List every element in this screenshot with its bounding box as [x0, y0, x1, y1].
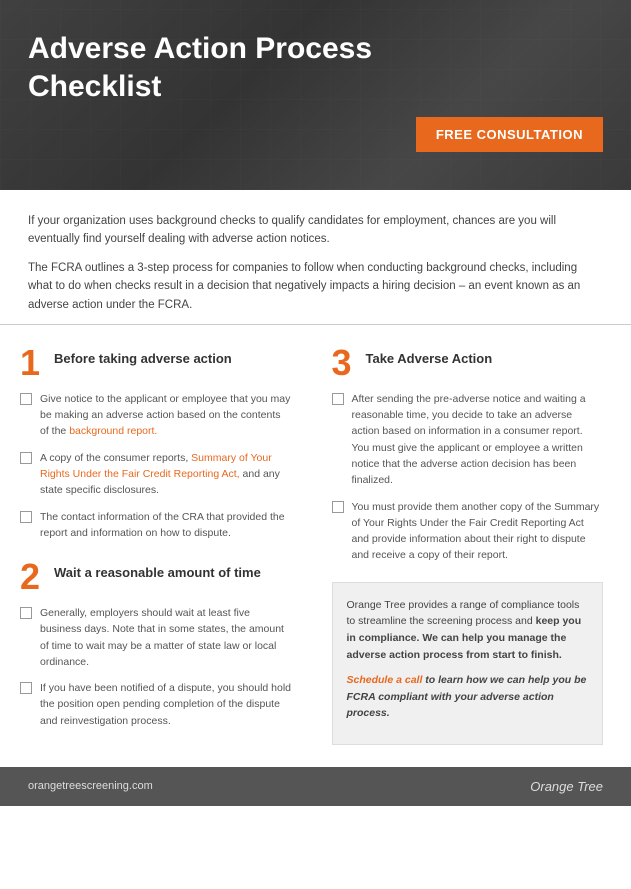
- checkbox-2-2[interactable]: [20, 682, 32, 694]
- free-consultation-button[interactable]: FREE CONSULTATION: [416, 117, 603, 152]
- main-content: 1 Before taking adverse action Give noti…: [0, 325, 631, 767]
- checkbox-1-2[interactable]: [20, 452, 32, 464]
- cta-paragraph-1: Orange Tree provides a range of complian…: [347, 597, 589, 664]
- checkbox-3-2[interactable]: [332, 501, 344, 513]
- list-item: Generally, employers should wait at leas…: [20, 605, 292, 670]
- list-item: You must provide them another copy of th…: [332, 499, 604, 564]
- section-3-title: Take Adverse Action: [366, 345, 493, 368]
- intro-paragraph-2: The FCRA outlines a 3-step process for c…: [28, 259, 603, 314]
- checkbox-3-1[interactable]: [332, 393, 344, 405]
- right-column: 3 Take Adverse Action After sending the …: [322, 345, 604, 747]
- list-item: The contact information of the CRA that …: [20, 509, 292, 542]
- item-text: A copy of the consumer reports, Summary …: [40, 450, 292, 499]
- section-2-header: 2 Wait a reasonable amount of time: [20, 559, 292, 595]
- intro-paragraph-1: If your organization uses background che…: [28, 212, 603, 249]
- section-1-title: Before taking adverse action: [54, 345, 232, 368]
- item-text: After sending the pre-adverse notice and…: [352, 391, 604, 489]
- section-1-header: 1 Before taking adverse action: [20, 345, 292, 381]
- checkbox-1-1[interactable]: [20, 393, 32, 405]
- header-content: Adverse Action Process Checklist FREE CO…: [0, 0, 631, 190]
- section-2-title: Wait a reasonable amount of time: [54, 559, 261, 582]
- footer: orangetreescreening.com Orange Tree: [0, 767, 631, 806]
- intro-section: If your organization uses background che…: [0, 190, 631, 325]
- page-title: Adverse Action Process Checklist: [28, 30, 388, 117]
- list-item: Give notice to the applicant or employee…: [20, 391, 292, 440]
- left-column: 1 Before taking adverse action Give noti…: [20, 345, 302, 747]
- section-2-number: 2: [20, 559, 44, 595]
- section-3-header: 3 Take Adverse Action: [332, 345, 604, 381]
- section-3-number: 3: [332, 345, 356, 381]
- header-bottom: FREE CONSULTATION: [28, 117, 603, 170]
- item-text: If you have been notified of a dispute, …: [40, 680, 292, 729]
- list-item: A copy of the consumer reports, Summary …: [20, 450, 292, 499]
- item-text: The contact information of the CRA that …: [40, 509, 292, 542]
- cta-box: Orange Tree provides a range of complian…: [332, 582, 604, 746]
- item-text: You must provide them another copy of th…: [352, 499, 604, 564]
- checkbox-1-3[interactable]: [20, 511, 32, 523]
- section-3-checklist: After sending the pre-adverse notice and…: [332, 391, 604, 564]
- header: Adverse Action Process Checklist FREE CO…: [0, 0, 631, 190]
- item-text: Generally, employers should wait at leas…: [40, 605, 292, 670]
- footer-website: orangetreescreening.com: [28, 780, 153, 792]
- section-1-checklist: Give notice to the applicant or employee…: [20, 391, 292, 541]
- section-2-checklist: Generally, employers should wait at leas…: [20, 605, 292, 729]
- section-1-number: 1: [20, 345, 44, 381]
- list-item: After sending the pre-adverse notice and…: [332, 391, 604, 489]
- footer-brand: Orange Tree: [530, 779, 603, 794]
- cta-paragraph-2: Schedule a call to learn how we can help…: [347, 672, 589, 722]
- list-item: If you have been notified of a dispute, …: [20, 680, 292, 729]
- item-text: Give notice to the applicant or employee…: [40, 391, 292, 440]
- checkbox-2-1[interactable]: [20, 607, 32, 619]
